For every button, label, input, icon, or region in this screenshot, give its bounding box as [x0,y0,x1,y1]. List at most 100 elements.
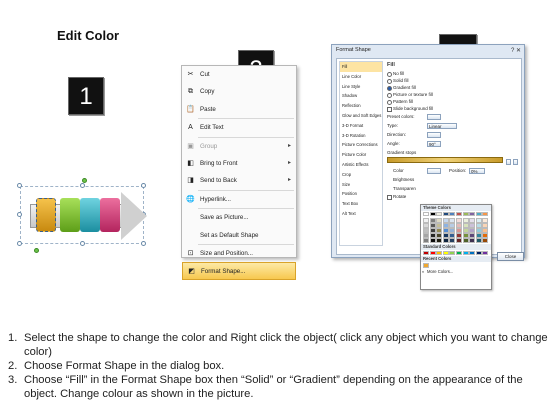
theme-shade-swatch[interactable] [449,238,456,243]
theme-shade-swatch[interactable] [455,238,462,243]
category-alt-text[interactable]: Alt Text [340,209,382,219]
theme-shade-swatch[interactable] [429,228,436,233]
theme-color-swatch[interactable] [462,212,469,217]
theme-shade-swatch[interactable] [462,233,469,238]
more-colors-item[interactable]: ◐ More Colors... [421,269,491,275]
theme-color-swatch[interactable] [475,212,482,217]
add-stop-button[interactable] [506,158,511,165]
menu-item-edit-text[interactable]: A Edit Text [182,119,296,136]
theme-shade-swatch[interactable] [482,228,489,233]
close-button[interactable]: Close [497,252,524,261]
theme-shade-swatch[interactable] [423,223,429,228]
theme-shade-swatch[interactable] [462,218,469,223]
standard-color-swatch[interactable] [455,250,462,256]
category-reflection[interactable]: Reflection [340,101,382,111]
radio-solid-fill[interactable]: Solid fill [387,77,519,84]
category-crop[interactable]: Crop [340,170,382,180]
resize-handle-tr[interactable] [141,183,146,188]
category-3-d-format[interactable]: 3-D Format [340,121,382,131]
theme-shade-swatch[interactable] [469,218,476,223]
theme-shade-swatch[interactable] [429,233,436,238]
theme-shade-swatch[interactable] [442,228,449,233]
theme-shade-swatch[interactable] [475,223,482,228]
dialog-window-buttons[interactable]: ? ✕ [511,47,521,54]
slide-background-fill-checkbox[interactable]: Slide background fill [387,105,519,112]
position-input[interactable]: 0% [469,167,485,174]
category-glow-and-soft-edges[interactable]: Glow and Soft Edges [340,111,382,121]
theme-color-swatch[interactable] [442,212,449,217]
category-line-color[interactable]: Line Color [340,72,382,82]
gradient-stops-bar[interactable] [387,157,503,163]
resize-handle-tl[interactable] [17,183,22,188]
theme-shade-swatch[interactable] [482,238,489,243]
category-artistic-effects[interactable]: Artistic Effects [340,160,382,170]
theme-shade-swatch[interactable] [442,223,449,228]
adjust-handle[interactable] [34,248,39,253]
theme-shade-swatch[interactable] [455,223,462,228]
theme-color-swatch[interactable] [455,212,462,217]
pink-segment[interactable] [100,198,120,232]
theme-shade-swatch[interactable] [436,223,443,228]
menu-item-paste[interactable]: 📋 Paste [182,101,296,118]
theme-shade-swatch[interactable] [462,223,469,228]
theme-shade-swatch[interactable] [482,223,489,228]
standard-color-swatch[interactable] [442,250,449,256]
theme-shade-swatch[interactable] [436,233,443,238]
menu-item-set-as-default-shape[interactable]: Set as Default Shape [182,227,296,244]
theme-shade-swatch[interactable] [442,218,449,223]
resize-handle-b[interactable] [80,241,85,246]
menu-item-hyperlink[interactable]: 🌐 Hyperlink... [182,191,296,208]
theme-shade-swatch[interactable] [475,218,482,223]
type-select[interactable]: Linear [427,122,457,129]
category-size[interactable]: Size [340,180,382,190]
theme-shade-swatch[interactable] [423,228,429,233]
rotate-checkbox[interactable]: Rotate [387,193,519,200]
resize-handle-br[interactable] [141,241,146,246]
theme-shade-swatch[interactable] [475,233,482,238]
theme-shade-swatch[interactable] [423,238,429,243]
theme-shade-swatch[interactable] [469,223,476,228]
preset-colors-button[interactable] [427,113,441,120]
theme-shade-swatch[interactable] [436,238,443,243]
radio-no-fill[interactable]: No fill [387,70,519,77]
menu-item-copy[interactable]: ⧉ Copy [182,83,296,100]
standard-color-swatch[interactable] [462,250,469,256]
resize-handle-l[interactable] [17,212,22,217]
standard-color-swatch[interactable] [429,250,436,256]
theme-shade-swatch[interactable] [449,218,456,223]
standard-color-swatch[interactable] [475,250,482,256]
radio-picture-or-texture-fill[interactable]: Picture or texture fill [387,91,519,98]
standard-color-swatch[interactable] [469,250,476,256]
theme-shade-swatch[interactable] [423,233,429,238]
theme-shade-swatch[interactable] [455,218,462,223]
theme-shade-swatch[interactable] [482,218,489,223]
theme-shade-swatch[interactable] [442,238,449,243]
theme-shade-swatch[interactable] [429,223,436,228]
menu-item-send-to-back[interactable]: ◨ Send to Back ▸ [182,172,296,189]
menu-item-cut[interactable]: ✂ Cut [182,66,296,83]
theme-color-swatch[interactable] [482,212,489,217]
standard-color-swatch[interactable] [482,250,489,256]
direction-button[interactable] [427,131,441,138]
color-picker-button[interactable] [427,167,441,174]
theme-color-swatch[interactable] [449,212,456,217]
theme-color-swatch[interactable] [423,212,429,217]
selected-arrow-shape[interactable] [14,178,154,260]
category-position[interactable]: Position [340,189,382,199]
menu-item-format-shape[interactable]: ◩ Format Shape... [182,262,296,280]
theme-shade-swatch[interactable] [429,218,436,223]
theme-shade-swatch[interactable] [475,228,482,233]
category-shadow[interactable]: Shadow [340,91,382,101]
theme-color-swatch[interactable] [469,212,476,217]
orange-segment[interactable] [36,198,56,232]
theme-color-swatch[interactable] [436,212,443,217]
category-picture-corrections[interactable]: Picture Corrections [340,140,382,150]
standard-color-swatch[interactable] [423,250,429,256]
menu-item-bring-to-front[interactable]: ◧ Bring to Front ▸ [182,155,296,172]
theme-shade-swatch[interactable] [442,233,449,238]
standard-color-swatch[interactable] [449,250,456,256]
category-text-box[interactable]: Text Box [340,199,382,209]
radio-gradient-fill[interactable]: Gradient fill [387,84,519,91]
theme-shade-swatch[interactable] [462,228,469,233]
theme-shade-swatch[interactable] [423,218,429,223]
